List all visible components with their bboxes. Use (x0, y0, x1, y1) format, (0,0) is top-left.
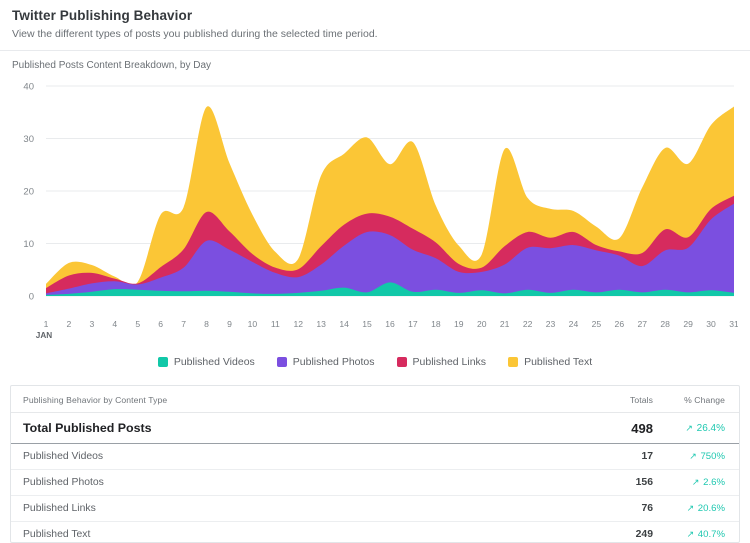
row-change-3: ↗ 40.7% (686, 529, 725, 541)
page-header: Twitter Publishing Behavior View the dif… (0, 0, 750, 50)
legend-label: Published Links (412, 356, 487, 368)
y-axis-tick-label: 10 (23, 239, 34, 250)
arrow-up-right-icon: ↗ (686, 529, 695, 540)
x-axis-tick-label: 9 (227, 319, 232, 329)
row-change-0: ↗ 750% (653, 443, 739, 470)
x-axis-tick-label: 5 (135, 319, 140, 329)
row-total-2: 76 (581, 495, 653, 522)
stacked-area-chart[interactable]: 0 10 20 30 40 1 2 3 4 5 6 7 8 9 10 11 12 13 14 15 16 17 18 19 2… (12, 78, 738, 346)
page-title: Twitter Publishing Behavior (12, 8, 193, 23)
x-axis-tick-label: 21 (500, 319, 510, 329)
legend-item-3[interactable]: Published Text (508, 356, 592, 368)
chart-svg: 0 10 20 30 40 (23, 82, 734, 303)
column-header-change: % Change (653, 386, 739, 413)
square-swatch-icon (157, 357, 168, 367)
x-axis-tick-label: 14 (339, 319, 349, 329)
legend-label: Published Photos (292, 356, 375, 368)
x-axis-tick-label: 15 (362, 319, 372, 329)
arrow-up-right-icon: ↗ (689, 451, 697, 461)
x-axis-tick-label: 28 (660, 319, 670, 329)
publishing-behavior-page: Twitter Publishing Behavior View the dif… (0, 0, 750, 543)
legend-item-2[interactable]: Published Links (396, 356, 487, 368)
x-axis-tick-label: 4 (112, 319, 117, 329)
x-axis-tick-label: 10 (248, 319, 258, 329)
table-row[interactable]: Published Photos 156 ↗ 2.6% (11, 469, 739, 496)
arrow-up-right-icon: ↗ (686, 503, 695, 513)
column-header-totals: Totals (581, 386, 653, 413)
chart-legend: Published Videos Published Photos Publishe… (12, 352, 738, 372)
y-axis-tick-label: 0 (29, 292, 34, 303)
row-label-1: Published Photos (11, 469, 581, 496)
x-axis-tick-label: 2 (67, 319, 72, 329)
publishing-behavior-table: Publishing Behavior by Content Type Tota… (10, 385, 740, 543)
x-axis-tick-label: 1 (44, 319, 49, 329)
x-axis-month-label: JAN (36, 331, 52, 340)
arrow-up-right-icon: ↗ (685, 422, 693, 433)
x-axis-tick-label: 20 (477, 319, 487, 329)
chart-caption: Published Posts Content Breakdown, by Da… (12, 60, 211, 71)
row-change-total: ↗ 26.4% (653, 412, 739, 444)
square-swatch-icon (396, 357, 407, 367)
row-label-total: Total Published Posts (11, 412, 581, 444)
table-row[interactable]: Total Published Posts 498 ↗ 26.4% (11, 412, 739, 444)
x-axis-tick-label: 26 (615, 319, 625, 329)
y-axis-tick-label: 40 (23, 82, 34, 93)
x-axis-tick-label: 8 (204, 319, 209, 329)
legend-item-0[interactable]: Published Videos (157, 356, 255, 368)
x-axis-tick-label: 7 (181, 319, 186, 329)
legend-label: Published Text (524, 356, 593, 368)
legend-item-1[interactable]: Published Photos (276, 356, 375, 368)
row-total-0: 17 (581, 443, 653, 470)
row-total-1: 156 (581, 469, 653, 496)
x-axis-tick-label: 12 (293, 319, 303, 329)
table-header-row: Publishing Behavior by Content Type Tota… (11, 386, 739, 413)
x-axis-tick-label: 11 (271, 319, 280, 329)
x-axis-tick-label: 6 (158, 319, 163, 329)
x-axis-tick-label: 18 (431, 319, 441, 329)
legend-label: Published Videos (173, 356, 255, 368)
x-axis-tick-label: 24 (569, 319, 579, 329)
x-axis-tick-label: 19 (454, 319, 464, 329)
y-axis-tick-label: 20 (23, 187, 34, 198)
row-label-3: Published Text (23, 529, 91, 541)
x-axis-tick-label: 13 (316, 319, 326, 329)
x-axis-tick-label: 31 (729, 319, 738, 329)
y-axis-tick-label: 30 (23, 134, 34, 145)
row-total-total: 498 (581, 412, 653, 444)
chart-card: Published Posts Content Breakdown, by Da… (0, 51, 750, 372)
row-change-1: ↗ 2.6% (653, 469, 739, 496)
arrow-up-right-icon: ↗ (691, 477, 700, 487)
x-axis-tick-label: 22 (523, 319, 533, 329)
page-subtitle: View the different types of posts you pu… (12, 28, 378, 40)
x-axis-tick-label: 27 (637, 319, 647, 329)
x-axis-tick-label: 3 (89, 319, 94, 329)
row-total-3: 249 (635, 529, 653, 541)
x-axis-tick-label: 17 (408, 319, 418, 329)
table-row[interactable]: Published Videos 17 ↗ 750% (11, 443, 739, 470)
table-row[interactable]: Published Links 76 ↗ 20.6% (11, 495, 739, 522)
row-label-2: Published Links (11, 495, 581, 522)
table-row[interactable]: Published Text 249 ↗ 40.7% (11, 522, 739, 543)
chart-x-axis: 1 2 3 4 5 6 7 8 9 10 11 12 13 14 15 16 17 18 19 20 21 22 23 24 2… (36, 319, 738, 340)
x-axis-tick-label: 23 (546, 319, 556, 329)
column-header-name: Publishing Behavior by Content Type (11, 386, 581, 413)
x-axis-tick-label: 30 (706, 319, 716, 329)
x-axis-tick-label: 25 (592, 319, 602, 329)
x-axis-tick-label: 16 (385, 319, 395, 329)
row-label-0: Published Videos (11, 443, 581, 470)
x-axis-tick-label: 29 (683, 319, 693, 329)
square-swatch-icon (508, 357, 519, 367)
row-change-2: ↗ 20.6% (653, 495, 739, 522)
table-body: Total Published Posts 498 ↗ 26.4% Published… (11, 412, 739, 543)
square-swatch-icon (276, 357, 287, 367)
